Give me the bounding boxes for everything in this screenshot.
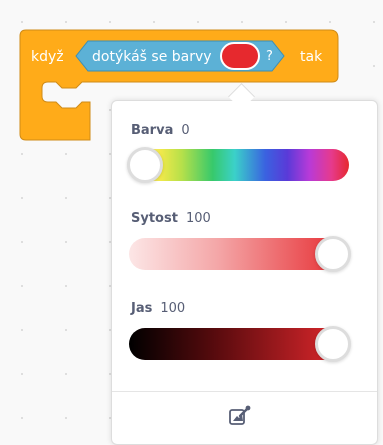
then-keyword: tak <box>300 49 323 65</box>
color-swatch-input[interactable] <box>220 42 260 70</box>
hue-value: 0 <box>181 123 190 138</box>
saturation-value: 100 <box>185 211 211 226</box>
hue-slider-handle[interactable] <box>127 147 163 183</box>
brightness-label: Jas 100 <box>131 301 186 316</box>
saturation-label: Sytost 100 <box>131 211 211 226</box>
eyedropper-icon <box>229 405 251 425</box>
when-keyword: když <box>31 49 64 65</box>
brightness-slider-handle[interactable] <box>315 326 351 362</box>
question-mark: ? <box>266 49 273 64</box>
brightness-value: 100 <box>160 301 186 316</box>
color-picker-popup: Barva 0 Sytost 100 Jas 100 <box>111 100 378 445</box>
touching-color-label: dotýkáš se barvy <box>92 49 212 65</box>
eyedropper-button[interactable] <box>220 397 260 435</box>
divider <box>112 391 377 392</box>
hue-label: Barva 0 <box>131 123 190 138</box>
saturation-slider-handle[interactable] <box>315 236 351 272</box>
